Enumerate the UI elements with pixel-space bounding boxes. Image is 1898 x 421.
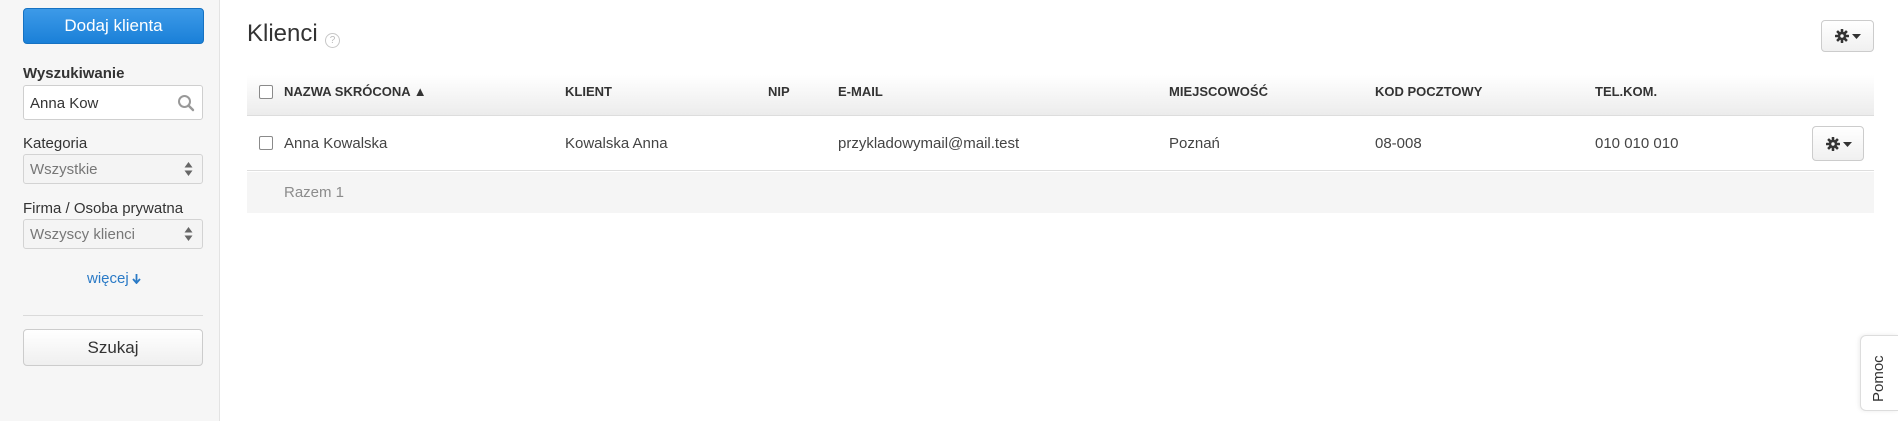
category-select-value: Wszystkie <box>30 161 98 178</box>
column-header-email[interactable]: E-MAIL <box>838 84 883 99</box>
cell-postal-code: 08-008 <box>1375 135 1422 152</box>
gear-icon <box>1826 137 1840 151</box>
total-count: Razem 1 <box>284 184 345 201</box>
page-title: Klienci <box>247 20 318 47</box>
column-header-mobile[interactable]: TEL.KOM. <box>1595 84 1657 99</box>
caret-down-icon <box>1843 142 1852 147</box>
search-input[interactable]: Anna Kow <box>23 85 203 120</box>
cell-city: Poznań <box>1169 135 1220 152</box>
cell-client: Kowalska Anna <box>565 135 668 152</box>
cell-mobile: 010 010 010 <box>1595 135 1679 152</box>
help-tab[interactable]: Pomoc <box>1860 335 1898 411</box>
row-actions-button[interactable] <box>1812 126 1864 161</box>
table-footer: Razem 1 <box>247 172 1874 213</box>
arrow-down-icon <box>132 274 141 285</box>
column-header-client[interactable]: KLIENT <box>565 84 612 99</box>
company-type-label: Firma / Osoba prywatna <box>23 200 184 217</box>
column-header-nip[interactable]: NIP <box>768 84 790 99</box>
cell-short-name[interactable]: Anna Kowalska <box>284 135 387 152</box>
column-header-postal-code[interactable]: KOD POCZTOWY <box>1375 84 1482 99</box>
company-type-select-value: Wszyscy klienci <box>30 226 136 243</box>
cell-email: przykladowymail@mail.test <box>838 135 1020 152</box>
gear-icon <box>1835 29 1849 43</box>
table-row: Anna Kowalska Kowalska Anna przykladowym… <box>247 116 1874 171</box>
sidebar: Dodaj klienta Wyszukiwanie Anna Kow Kate… <box>0 0 220 421</box>
more-filters-link[interactable]: więcej <box>87 270 141 287</box>
select-all-checkbox[interactable] <box>259 85 273 99</box>
search-icon[interactable] <box>177 94 195 116</box>
more-filters-label: więcej <box>87 270 129 287</box>
column-header-city[interactable]: MIEJSCOWOŚĆ <box>1169 84 1268 99</box>
search-label: Wyszukiwanie <box>23 65 125 82</box>
search-button[interactable]: Szukaj <box>23 329 203 366</box>
column-header-short-name[interactable]: NAZWA SKRÓCONA ▲ <box>284 84 427 99</box>
sidebar-divider <box>23 315 203 316</box>
search-input-value: Anna Kow <box>30 95 99 112</box>
select-arrows-icon <box>184 161 193 181</box>
help-circle-icon[interactable]: ? <box>325 33 340 48</box>
help-tab-label: Pomoc <box>1870 355 1887 402</box>
table-header: NAZWA SKRÓCONA ▲ KLIENT NIP E-MAIL MIEJS… <box>247 75 1874 116</box>
company-type-select[interactable]: Wszyscy klienci <box>23 219 203 249</box>
category-label: Kategoria <box>23 135 88 152</box>
add-client-button[interactable]: Dodaj klienta <box>23 8 204 44</box>
select-arrows-icon <box>184 226 193 246</box>
row-checkbox[interactable] <box>259 136 273 150</box>
category-select[interactable]: Wszystkie <box>23 154 203 184</box>
page-settings-button[interactable] <box>1821 20 1874 52</box>
caret-down-icon <box>1852 34 1861 39</box>
